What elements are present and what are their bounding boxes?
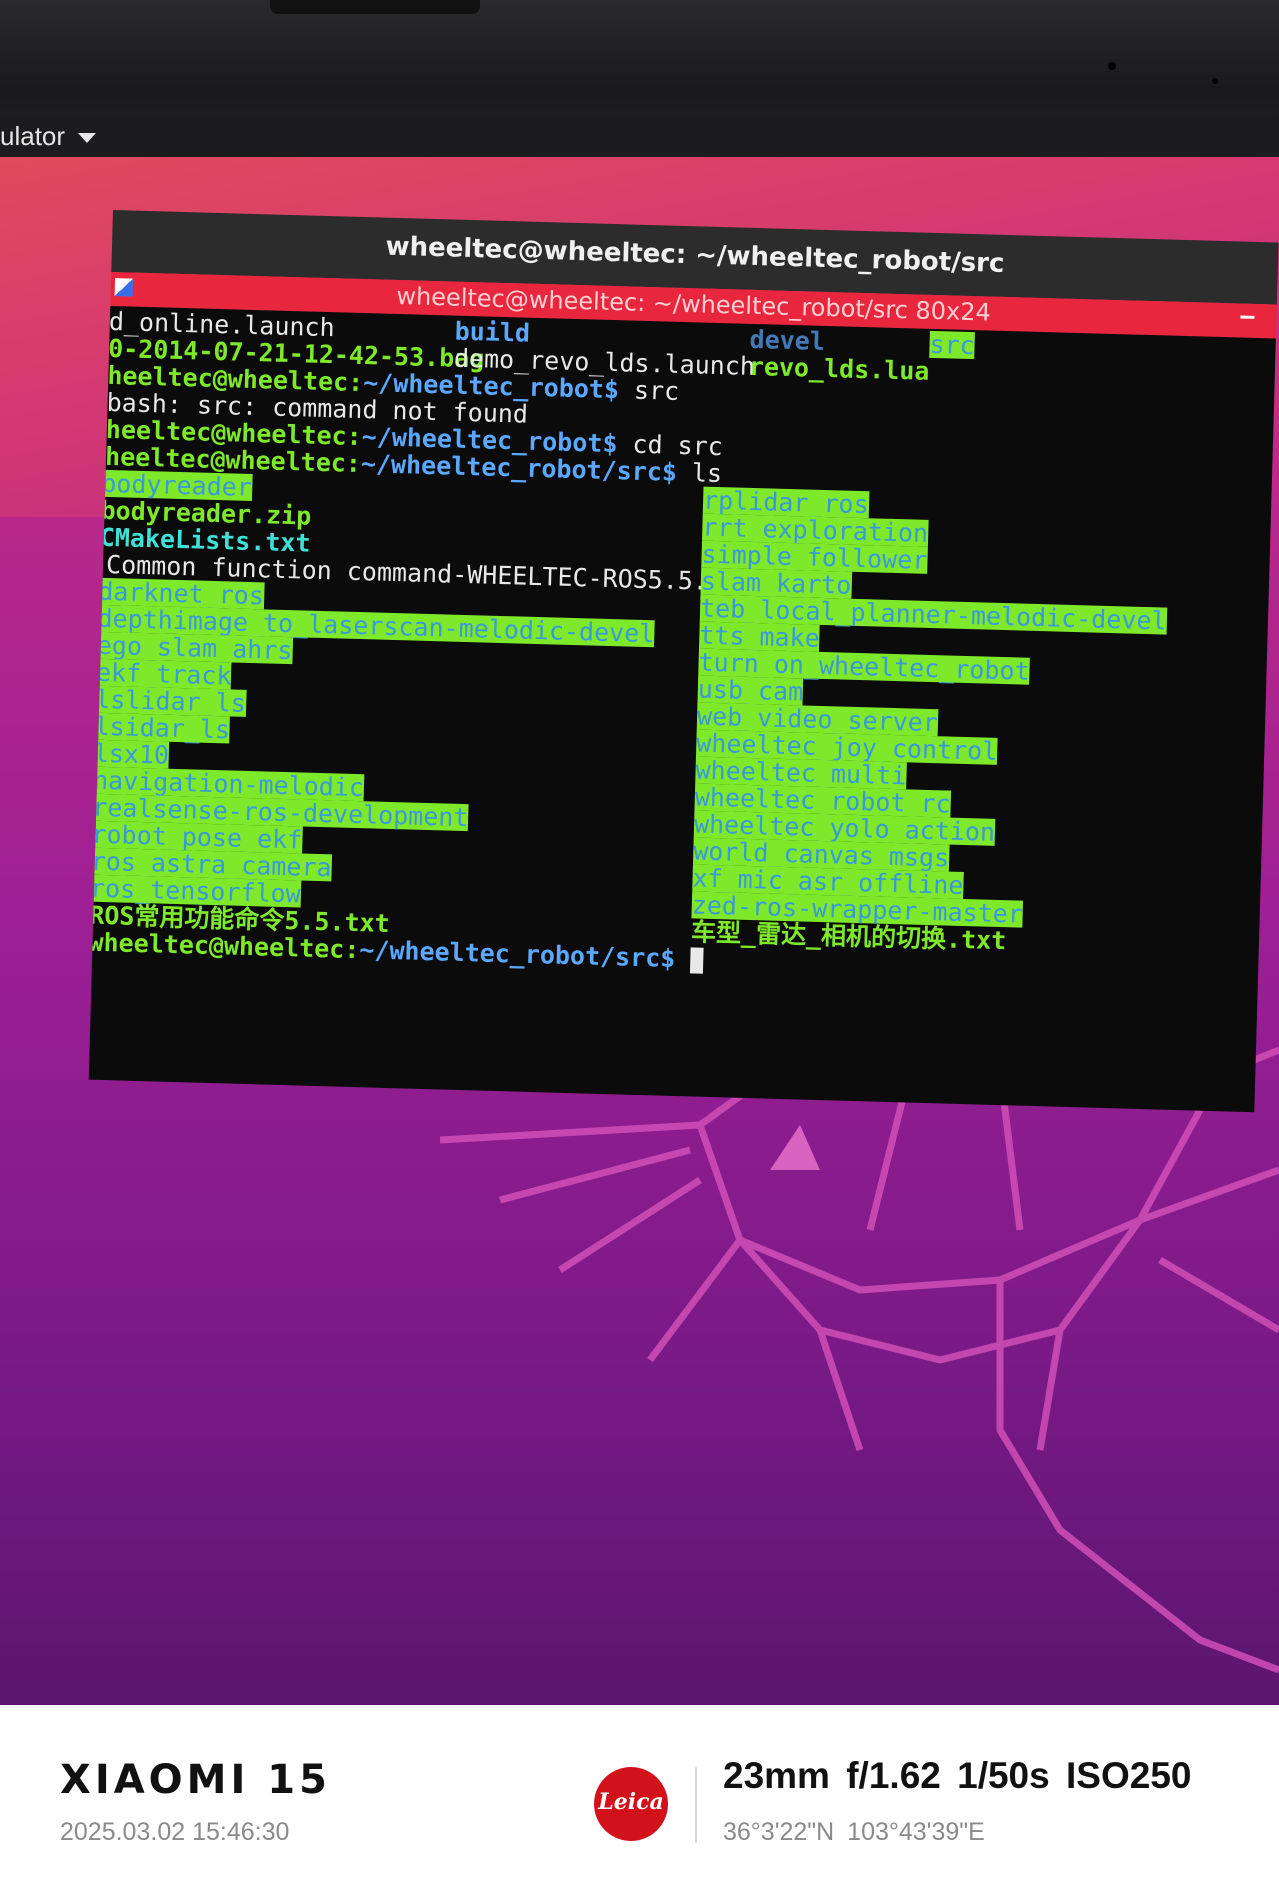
photo-area: ulator wheeltec@wheeltec: ~/wheeltec_rob… [0,0,1279,1705]
desktop-top-bar: ulator [0,115,1279,157]
divider [695,1767,697,1843]
chevron-down-icon[interactable] [78,133,96,143]
capture-datetime: 2025.03.02 15:46:30 [60,1818,290,1846]
gps-coordinates: 36°3'22"N 103°43'39"E [723,1818,985,1846]
photo-watermark-bar: XIAOMI 15 2025.03.02 15:46:30 Leica 23mm… [0,1705,1279,1903]
terminal-line: src [929,329,976,361]
leica-logo-icon: Leica [594,1767,668,1841]
prompt-path: ~/wheeltec_robot/src$ [358,935,676,973]
camera-brand: XIAOMI 15 [60,1757,331,1803]
ls-dir-entry: lsx10 [93,738,170,770]
minimize-icon[interactable] [1240,315,1255,319]
bezel-notch [270,0,480,14]
text-cursor [689,947,704,974]
terminal-output[interactable]: 2d_online.launch build devel src b0-2014… [88,305,1276,1113]
ls-dir-entry: usb_cam [697,674,804,707]
bezel-sensor [1212,78,1218,84]
leica-logo-text: Leica [598,1789,664,1815]
prompt-user: wheeltec@wheeltec: [88,927,360,965]
terminal-prompt-line[interactable]: wheeltec@wheeltec:~/wheeltec_robot/src$ [88,927,704,974]
terminal-line: devel [749,324,826,356]
bezel-sensor [1108,62,1116,70]
terminal-window[interactable]: wheeltec@wheeltec: ~/wheeltec_robot/src … [88,210,1279,1113]
command-text: ls [676,457,723,489]
wallpaper-cat-icon [440,1030,1279,1674]
command-text: src [618,375,680,406]
app-menu-label[interactable]: ulator [0,121,65,152]
terminal-line: build [454,316,531,348]
terminal-line: revo_lds.lua [748,351,930,386]
camera-parameters: 23mm f/1.62 1/50s ISO250 [723,1755,1192,1796]
